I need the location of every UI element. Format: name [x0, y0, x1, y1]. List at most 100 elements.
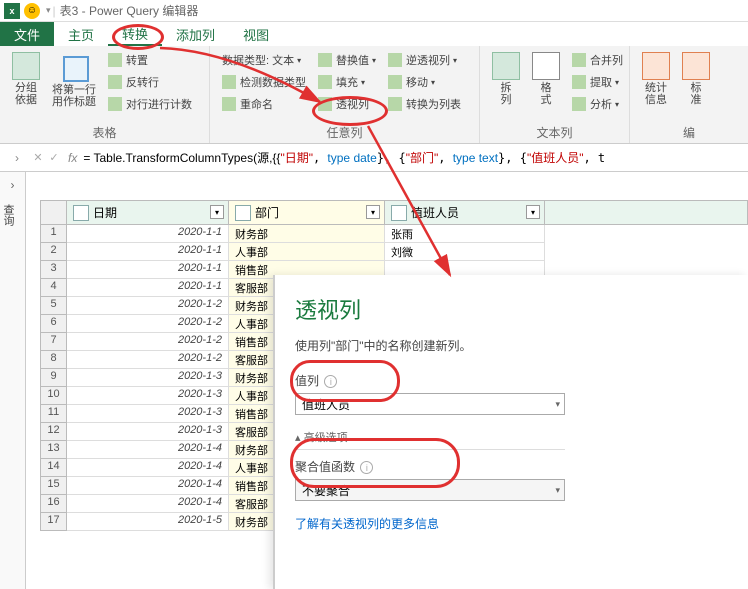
group-label-num: 编	[636, 122, 742, 141]
tab-view[interactable]: 视图	[229, 22, 283, 46]
chevron-down-icon: ▾	[555, 399, 560, 410]
parse-button[interactable]: 分析▾	[568, 94, 627, 114]
chevron-down-icon[interactable]: ▾	[46, 5, 51, 16]
table-row[interactable]: 2 2020-1-1 人事部 刘微	[40, 243, 748, 261]
title-bar: x ☺ ▾ | 表3 - Power Query 编辑器	[0, 0, 748, 22]
move-button[interactable]: 移动▾	[384, 72, 465, 92]
group-by-button[interactable]: 分组依据	[6, 50, 46, 108]
row-header[interactable]: 8	[41, 351, 67, 369]
unpivot-button[interactable]: 逆透视列▾	[384, 50, 465, 70]
cell-date[interactable]: 2020-1-3	[67, 387, 229, 405]
fx-icon[interactable]: fx	[68, 151, 77, 165]
cell-date[interactable]: 2020-1-1	[67, 261, 229, 279]
row-header[interactable]: 4	[41, 279, 67, 297]
dialog-title: 透视列	[295, 293, 728, 325]
row-header[interactable]: 13	[41, 441, 67, 459]
cell-date[interactable]: 2020-1-2	[67, 351, 229, 369]
queries-pane-collapsed[interactable]: › 查询	[0, 172, 26, 589]
reverse-rows-button[interactable]: 反转行	[104, 72, 196, 92]
row-header[interactable]: 9	[41, 369, 67, 387]
cell-person[interactable]: 张雨	[385, 225, 545, 243]
column-header-date[interactable]: 日期 ▾	[67, 201, 229, 224]
row-header[interactable]: 6	[41, 315, 67, 333]
split-column-button[interactable]: 拆列	[486, 50, 526, 108]
cell-date[interactable]: 2020-1-1	[67, 225, 229, 243]
row-header[interactable]: 17	[41, 513, 67, 531]
count-rows-button[interactable]: 对行进行计数	[104, 94, 196, 114]
cell-date[interactable]: 2020-1-3	[67, 405, 229, 423]
pivot-column-button[interactable]: 透视列	[314, 94, 380, 114]
tab-file[interactable]: 文件	[0, 22, 54, 46]
column-header-dept[interactable]: 部门 ▾	[229, 201, 385, 224]
tab-transform[interactable]: 转换	[108, 22, 162, 46]
ribbon: 分组依据 将第一行用作标题 转置 反转行 对行进行计数 表格 数据类型: 文本▾…	[0, 46, 748, 144]
row-header[interactable]: 7	[41, 333, 67, 351]
merge-columns-button[interactable]: 合并列	[568, 50, 627, 70]
row-header[interactable]: 14	[41, 459, 67, 477]
filter-dropdown-icon[interactable]: ▾	[526, 205, 540, 219]
transpose-button[interactable]: 转置	[104, 50, 196, 70]
commit-formula-button[interactable]: ✓	[46, 151, 62, 164]
expand-queries-icon[interactable]: ›	[4, 151, 30, 165]
cell-date[interactable]: 2020-1-2	[67, 333, 229, 351]
detect-type-button[interactable]: 检测数据类型	[218, 72, 310, 92]
row-header[interactable]: 2	[41, 243, 67, 261]
aggregate-select[interactable]: 不要聚合▾	[295, 479, 565, 501]
cell-dept[interactable]: 财务部	[229, 225, 385, 243]
row-header[interactable]: 5	[41, 297, 67, 315]
tab-addcolumn[interactable]: 添加列	[162, 22, 229, 46]
expand-icon[interactable]: ›	[0, 172, 25, 198]
cell-date[interactable]: 2020-1-4	[67, 477, 229, 495]
fill-button[interactable]: 填充▾	[314, 72, 380, 92]
split-icon	[492, 52, 520, 80]
row-header[interactable]: 11	[41, 405, 67, 423]
cell-person[interactable]: 刘微	[385, 243, 545, 261]
to-list-button[interactable]: 转换为列表	[384, 94, 465, 114]
cell-date[interactable]: 2020-1-4	[67, 441, 229, 459]
rename-icon	[222, 97, 236, 111]
row-header[interactable]: 1	[41, 225, 67, 243]
dialog-description: 使用列"部门"中的名称创建新列。	[295, 337, 728, 354]
statistics-button[interactable]: 统计信息	[636, 50, 676, 108]
rename-button[interactable]: 重命名	[218, 94, 310, 114]
cell-date[interactable]: 2020-1-2	[67, 297, 229, 315]
row-header[interactable]: 10	[41, 387, 67, 405]
standard-button[interactable]: 标准	[676, 50, 716, 108]
cell-date[interactable]: 2020-1-2	[67, 315, 229, 333]
data-type-button[interactable]: 数据类型: 文本▾	[218, 50, 310, 70]
row-header[interactable]: 12	[41, 423, 67, 441]
cell-date[interactable]: 2020-1-4	[67, 459, 229, 477]
cell-date[interactable]: 2020-1-3	[67, 423, 229, 441]
info-icon[interactable]: i	[360, 461, 373, 474]
row-header[interactable]: 16	[41, 495, 67, 513]
extract-icon	[572, 75, 586, 89]
value-column-select[interactable]: 值班人员▾	[295, 393, 565, 415]
tab-home[interactable]: 主页	[54, 22, 108, 46]
headers-icon	[59, 52, 89, 82]
select-all-corner[interactable]	[41, 201, 67, 224]
info-icon[interactable]: i	[324, 375, 337, 388]
row-header[interactable]: 3	[41, 261, 67, 279]
text-type-icon	[391, 205, 407, 221]
cell-date[interactable]: 2020-1-3	[67, 369, 229, 387]
replace-values-button[interactable]: 替换值▾	[314, 50, 380, 70]
formula-input[interactable]: = Table.TransformColumnTypes(源,{{"日期", t…	[83, 149, 744, 166]
learn-more-link[interactable]: 了解有关透视列的更多信息	[295, 517, 439, 531]
cell-date[interactable]: 2020-1-5	[67, 513, 229, 531]
column-header-person[interactable]: 值班人员 ▾	[385, 201, 545, 224]
format-button[interactable]: 格式	[526, 50, 566, 108]
filter-dropdown-icon[interactable]: ▾	[210, 205, 224, 219]
replace-icon	[318, 53, 332, 67]
filter-dropdown-icon[interactable]: ▾	[366, 205, 380, 219]
cancel-formula-button[interactable]: ✕	[30, 151, 46, 164]
cell-dept[interactable]: 人事部	[229, 243, 385, 261]
cell-date[interactable]: 2020-1-1	[67, 279, 229, 297]
cell-date[interactable]: 2020-1-1	[67, 243, 229, 261]
table-row[interactable]: 1 2020-1-1 财务部 张雨	[40, 225, 748, 243]
use-first-row-headers-button[interactable]: 将第一行用作标题	[46, 50, 102, 110]
row-header[interactable]: 15	[41, 477, 67, 495]
cell-date[interactable]: 2020-1-4	[67, 495, 229, 513]
date-type-icon	[73, 205, 89, 221]
extract-button[interactable]: 提取▾	[568, 72, 627, 92]
advanced-toggle[interactable]: ▴ 高级选项	[295, 429, 728, 445]
